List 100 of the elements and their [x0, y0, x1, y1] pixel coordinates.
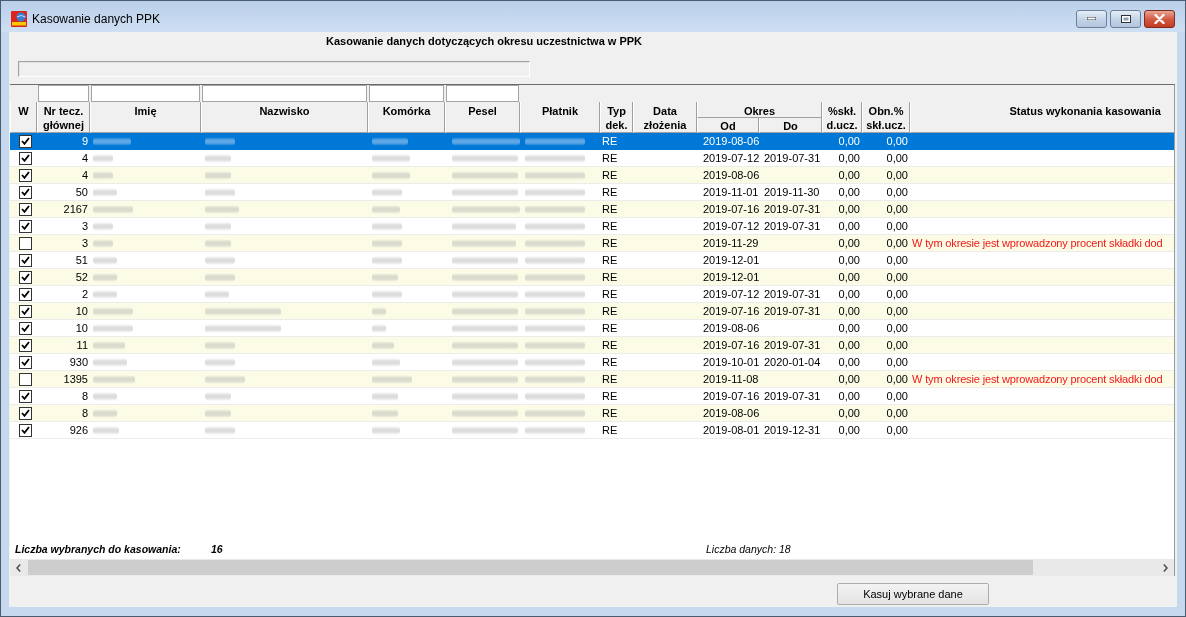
table-row[interactable]: 51 RE 2019-12-01 0,00 0,00	[10, 252, 1174, 269]
checkbox[interactable]	[19, 338, 32, 352]
table-row[interactable]: 2167 RE 2019-07-16 2019-07-31 0,00 0,00	[10, 201, 1174, 218]
blurred-text	[372, 374, 412, 384]
file-number: 3	[81, 236, 88, 251]
period-start-date: 2019-08-06	[703, 321, 760, 336]
blurred-text	[452, 289, 518, 299]
filter-field[interactable]	[369, 85, 444, 102]
table-row[interactable]: 930 RE 2019-10-01 2020-01-04 0,00 0,00	[10, 354, 1174, 371]
checkbox[interactable]	[19, 304, 32, 318]
period-start-date: 2019-10-01	[703, 355, 760, 370]
blurred-text	[372, 306, 386, 316]
declaration-type: RE	[602, 253, 618, 268]
blurred-text	[205, 255, 235, 265]
table-row[interactable]: 50 RE 2019-11-01 2019-11-30 0,00 0,00	[10, 184, 1174, 201]
file-number: 10	[75, 304, 88, 319]
reduced-percent: 0,00	[886, 236, 908, 251]
delete-selected-button[interactable]: Kasuj wybrane dane	[837, 583, 989, 605]
contribution-percent: 0,00	[838, 151, 860, 166]
blurred-text	[93, 340, 125, 350]
declaration-type: RE	[602, 270, 618, 285]
blurred-text	[205, 425, 235, 435]
table-row[interactable]: 3 RE 2019-11-29 0,00 0,00 W tym okresie jest wprowadzony procent składki dod	[10, 235, 1174, 252]
blurred-text	[452, 391, 518, 401]
period-start-date: 2019-11-08	[703, 372, 759, 387]
contribution-percent: 0,00	[838, 406, 860, 421]
table-row[interactable]: 52 RE 2019-12-01 0,00 0,00	[10, 269, 1174, 286]
reduced-percent: 0,00	[886, 202, 908, 217]
file-number: 2	[81, 287, 88, 302]
table-row[interactable]: 10 RE 2019-08-06 0,00 0,00	[10, 320, 1174, 337]
table-row[interactable]: 9 RE 2019-08-06 0,00 0,00	[10, 133, 1174, 150]
blurred-text	[525, 136, 585, 146]
reduced-percent: 0,00	[886, 168, 908, 183]
file-number: 930	[69, 355, 88, 370]
blurred-text	[452, 425, 518, 435]
checkbox[interactable]	[19, 355, 32, 369]
declaration-type: RE	[602, 338, 618, 353]
table-row[interactable]: 10 RE 2019-07-16 2019-07-31 0,00 0,00	[10, 303, 1174, 320]
period-end-date: 2019-07-31	[764, 151, 821, 166]
checkbox[interactable]	[19, 134, 32, 148]
blurred-text	[525, 408, 585, 418]
checkbox[interactable]	[19, 236, 32, 250]
filter-field[interactable]	[446, 85, 519, 102]
table-row[interactable]: 1395 RE 2019-11-08 0,00 0,00 W tym okresie jest wprowadzony procent składki dod	[10, 371, 1174, 388]
file-number: 4	[81, 168, 88, 183]
file-number: 10	[75, 321, 88, 336]
filter-field[interactable]	[202, 85, 367, 102]
blurred-text	[372, 204, 400, 214]
table-row[interactable]: 8 RE 2019-08-06 0,00 0,00	[10, 405, 1174, 422]
reduced-percent: 0,00	[886, 151, 908, 166]
checkbox[interactable]	[19, 168, 32, 182]
checkbox[interactable]	[19, 406, 32, 420]
checkbox[interactable]	[19, 151, 32, 165]
table-row[interactable]: 3 RE 2019-07-12 2019-07-31 0,00 0,00	[10, 218, 1174, 235]
column-group-header: Okres	[697, 102, 822, 118]
reduced-percent: 0,00	[886, 304, 908, 319]
blurred-text	[205, 374, 245, 384]
blurred-text	[93, 289, 117, 299]
declaration-type: RE	[602, 168, 618, 183]
checkbox[interactable]	[19, 321, 32, 335]
period-start-date: 2019-08-06	[703, 134, 760, 149]
blurred-text	[452, 238, 516, 248]
contribution-percent: 0,00	[838, 321, 860, 336]
horizontal-scrollbar[interactable]	[10, 559, 1174, 576]
checkbox[interactable]	[19, 253, 32, 267]
blurred-text	[93, 170, 113, 180]
period-end-date: 2019-07-31	[764, 202, 821, 217]
file-number: 52	[75, 270, 88, 285]
blurred-text	[205, 187, 235, 197]
table-row[interactable]: 926 RE 2019-08-01 2019-12-31 0,00 0,00	[10, 422, 1174, 439]
period-end-date: 2020-01-04	[764, 355, 821, 370]
contribution-percent: 0,00	[838, 423, 860, 438]
checkbox[interactable]	[19, 423, 32, 437]
table-row[interactable]: 11 RE 2019-07-16 2019-07-31 0,00 0,00	[10, 337, 1174, 354]
table-row[interactable]: 8 RE 2019-07-16 2019-07-31 0,00 0,00	[10, 388, 1174, 405]
scrollbar-thumb[interactable]	[28, 560, 1033, 575]
close-button[interactable]	[1144, 9, 1175, 28]
filter-field[interactable]	[91, 85, 200, 102]
checkbox[interactable]	[19, 219, 32, 233]
blurred-text	[372, 391, 398, 401]
blurred-text	[452, 408, 518, 418]
maximize-button[interactable]	[1110, 9, 1141, 28]
table-row[interactable]: 4 RE 2019-08-06 0,00 0,00	[10, 167, 1174, 184]
checkbox[interactable]	[19, 389, 32, 403]
checkbox[interactable]	[19, 185, 32, 199]
file-number: 926	[69, 423, 88, 438]
blurred-text	[452, 221, 516, 231]
table-row[interactable]: 4 RE 2019-07-12 2019-07-31 0,00 0,00	[10, 150, 1174, 167]
checkbox[interactable]	[19, 270, 32, 284]
declaration-type: RE	[602, 321, 618, 336]
checkbox[interactable]	[19, 202, 32, 216]
contribution-percent: 0,00	[838, 236, 860, 251]
period-start-date: 2019-12-01	[703, 253, 760, 268]
declaration-type: RE	[602, 287, 618, 302]
blurred-text	[525, 238, 585, 248]
checkbox[interactable]	[19, 287, 32, 301]
table-row[interactable]: 2 RE 2019-07-12 2019-07-31 0,00 0,00	[10, 286, 1174, 303]
checkbox[interactable]	[19, 372, 32, 386]
filter-field[interactable]	[38, 85, 89, 102]
declaration-type: RE	[602, 406, 618, 421]
